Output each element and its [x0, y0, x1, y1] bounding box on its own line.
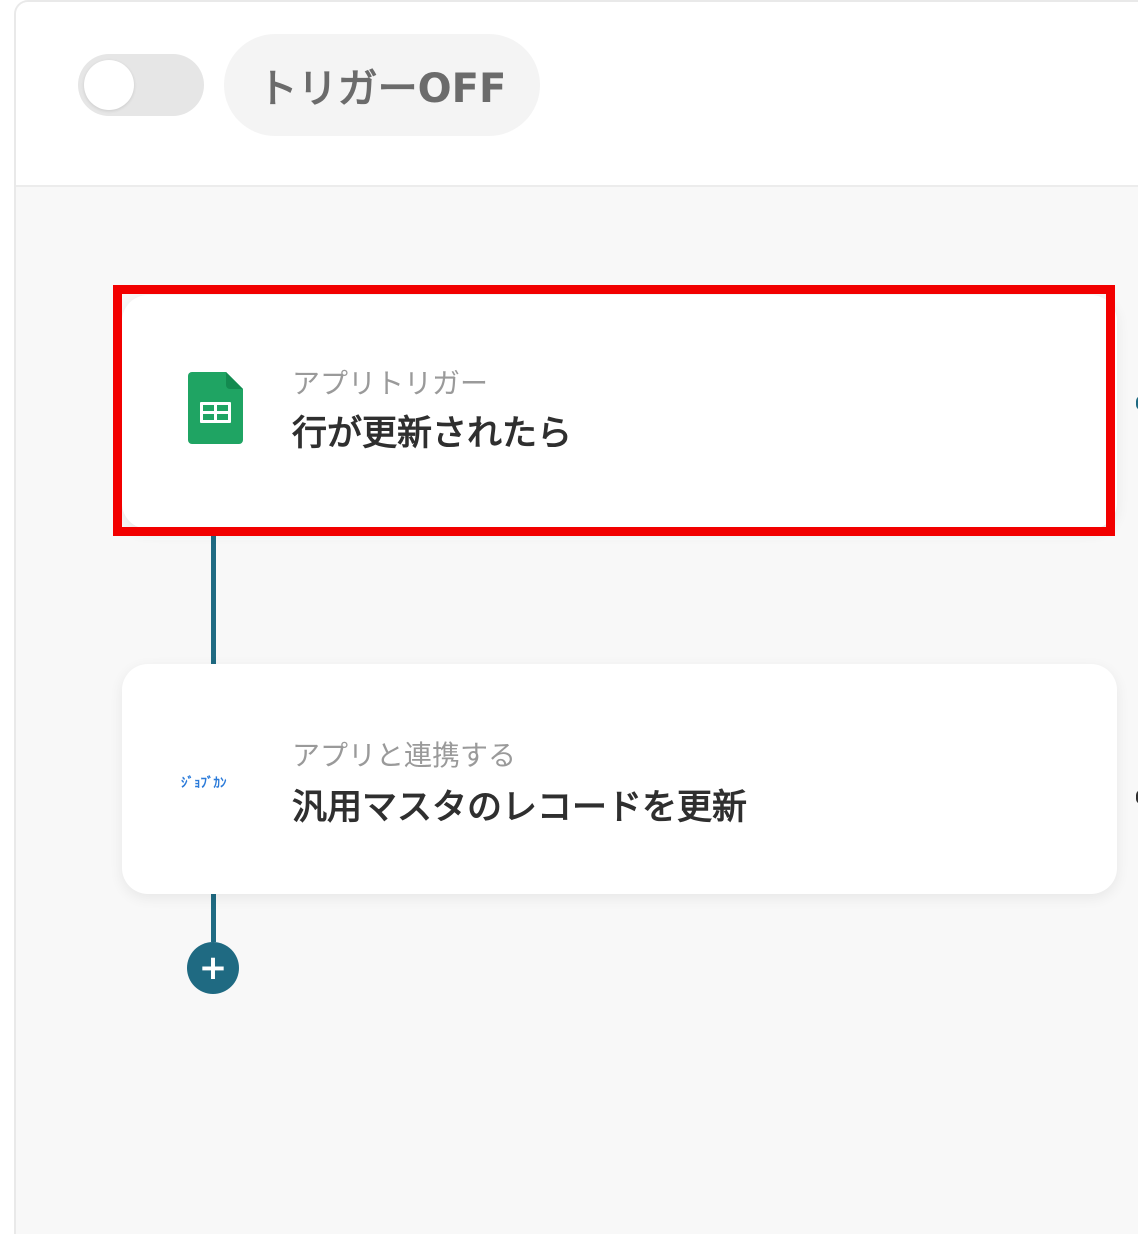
step-title: 行が更新されたら	[292, 414, 573, 454]
flow-connector-line	[211, 522, 216, 664]
toggle-knob	[84, 60, 134, 110]
trigger-status-pill: トリガーOFF	[224, 34, 540, 136]
jobcan-logo: ｼﾞｮﾌﾞｶﾝ	[181, 776, 227, 791]
plus-icon: +	[198, 948, 228, 988]
google-sheets-icon	[188, 372, 243, 444]
step-type-label: アプリトリガー	[292, 367, 489, 400]
step-title: 汎用マスタのレコードを更新	[292, 788, 748, 828]
flow-panel: トリガーOFF アプリトリガー 行が更新されたら ｼﾞｮﾌﾞｶﾝ アプリと連携す…	[14, 0, 1138, 1234]
flow-connector-line	[211, 894, 216, 942]
step-type-label: アプリと連携する	[292, 739, 517, 772]
add-step-button[interactable]: +	[187, 942, 239, 994]
trigger-status-label: トリガーOFF	[257, 66, 507, 112]
trigger-toggle[interactable]	[78, 54, 204, 116]
flow-header: トリガーOFF	[16, 2, 1138, 187]
trigger-step-card[interactable]	[122, 295, 1117, 529]
